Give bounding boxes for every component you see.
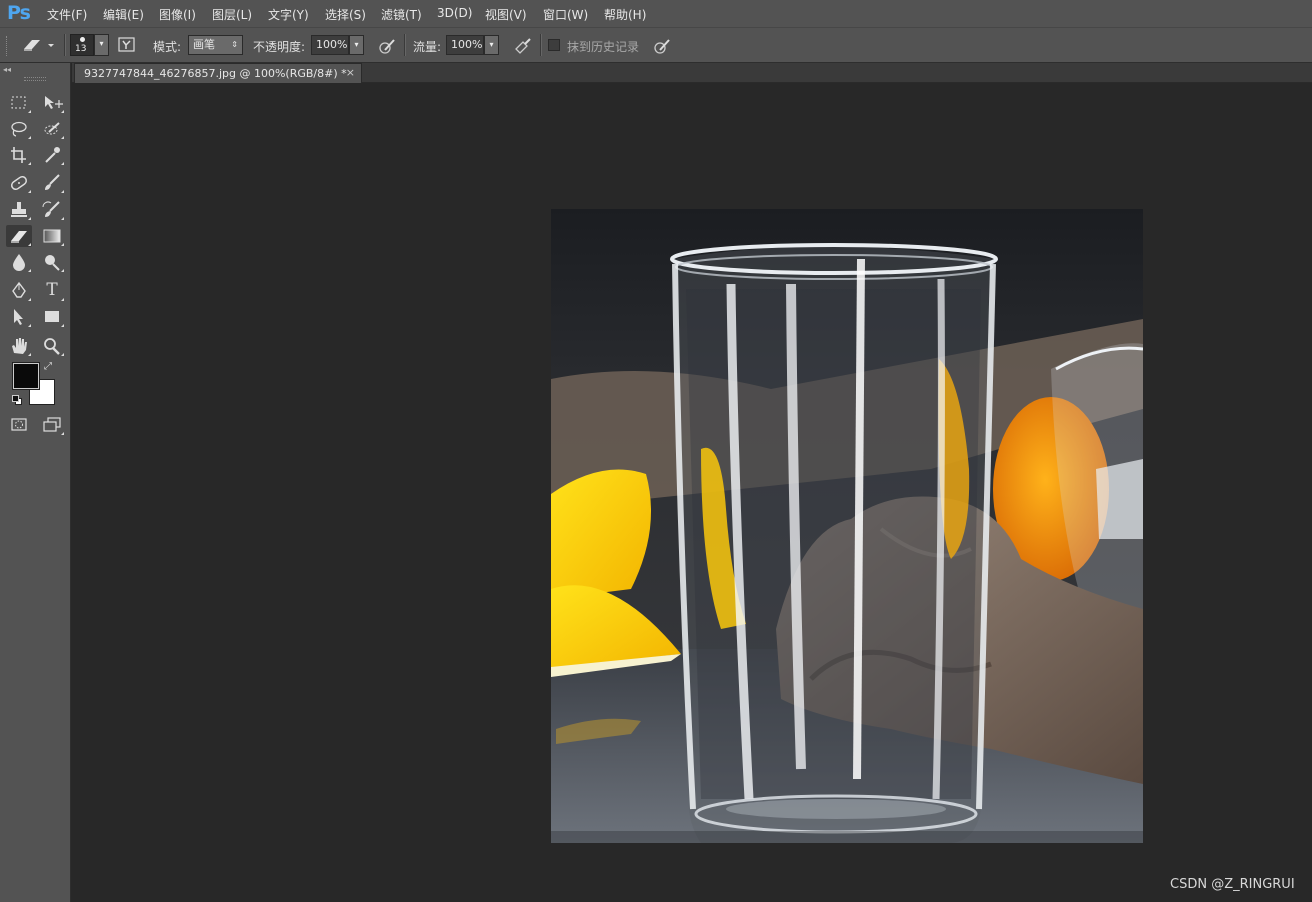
tools-panel: ◂◂ T ⤢ bbox=[0, 63, 71, 902]
menu-select[interactable]: 选择(S) bbox=[325, 6, 366, 23]
mode-select-value: 画笔 bbox=[193, 38, 215, 51]
clone-stamp-icon[interactable] bbox=[6, 199, 32, 221]
mode-label: 模式: bbox=[153, 40, 182, 54]
crop-icon[interactable] bbox=[6, 144, 32, 166]
document-tab[interactable]: 9327747844_46276857.jpg @ 100%(RGB/8#) *… bbox=[74, 63, 362, 83]
close-icon[interactable]: × bbox=[346, 66, 355, 79]
collapse-panel-icon[interactable]: ◂◂ bbox=[3, 65, 11, 74]
flow-label: 流量: bbox=[413, 40, 442, 54]
default-colors-icon[interactable] bbox=[12, 395, 22, 405]
gradient-icon[interactable] bbox=[39, 225, 65, 247]
type-icon[interactable]: T bbox=[39, 280, 65, 302]
photoshop-logo: Ps bbox=[7, 2, 31, 24]
pressure-opacity-toggle[interactable] bbox=[377, 36, 397, 56]
screen-mode-icon[interactable] bbox=[39, 414, 65, 436]
pressure-size-icon bbox=[654, 39, 670, 54]
separator bbox=[404, 34, 406, 56]
brush-size-value: 13 bbox=[75, 44, 87, 54]
document-tab-title: 9327747844_46276857.jpg @ 100%(RGB/8#) * bbox=[84, 67, 347, 80]
quick-mask-icon[interactable] bbox=[6, 414, 32, 436]
document-image[interactable] bbox=[551, 209, 1143, 843]
menu-window[interactable]: 窗口(W) bbox=[543, 6, 588, 23]
eyedropper-icon[interactable] bbox=[39, 144, 65, 166]
menu-view[interactable]: 视图(V) bbox=[485, 6, 527, 23]
quick-select-icon[interactable] bbox=[39, 118, 65, 140]
hand-icon[interactable] bbox=[6, 335, 32, 357]
zoom-icon[interactable] bbox=[39, 335, 65, 357]
menu-edit[interactable]: 编辑(E) bbox=[103, 6, 144, 23]
chevron-down-icon bbox=[48, 44, 54, 47]
brush-picker-dropdown[interactable]: ▾ bbox=[94, 34, 109, 56]
blur-icon[interactable] bbox=[6, 251, 32, 273]
pressure-size-toggle[interactable] bbox=[652, 36, 672, 56]
dodge-icon[interactable] bbox=[39, 251, 65, 273]
glass-photo bbox=[551, 209, 1143, 843]
path-select-icon[interactable] bbox=[6, 306, 32, 328]
mode-select[interactable]: 画笔 ⇕ bbox=[188, 35, 243, 55]
airbrush-icon bbox=[515, 38, 531, 54]
opacity-input[interactable]: 100% bbox=[311, 35, 349, 55]
pressure-pen-icon bbox=[379, 39, 395, 54]
separator bbox=[540, 34, 542, 56]
menu-layer[interactable]: 图层(L) bbox=[212, 6, 252, 23]
rectangle-shape-icon[interactable] bbox=[39, 306, 65, 328]
rect-marquee-icon[interactable] bbox=[6, 92, 32, 114]
menu-image[interactable]: 图像(I) bbox=[159, 6, 196, 23]
swap-colors-icon[interactable]: ⤢ bbox=[44, 361, 52, 372]
brush-panel-toggle[interactable] bbox=[117, 36, 137, 54]
brush-icon[interactable] bbox=[39, 172, 65, 194]
options-bar: 13 ▾ 模式: 画笔 ⇕ 不透明度: 100% ▾ 流量: 100% ▾ 抹到… bbox=[0, 27, 1312, 63]
menu-bar: Ps 文件(F) 编辑(E) 图像(I) 图层(L) 文字(Y) 选择(S) 滤… bbox=[0, 0, 1312, 27]
opacity-label: 不透明度: bbox=[253, 40, 306, 54]
watermark: CSDN @Z_RINGRUI bbox=[1170, 877, 1295, 892]
menu-type[interactable]: 文字(Y) bbox=[268, 6, 309, 23]
flow-slider-button[interactable]: ▾ bbox=[484, 35, 499, 55]
history-brush-icon[interactable] bbox=[39, 199, 65, 221]
lasso-icon[interactable] bbox=[6, 118, 32, 140]
menu-3d[interactable]: 3D(D) bbox=[437, 6, 472, 20]
foreground-color-swatch[interactable] bbox=[13, 363, 39, 389]
panel-grip[interactable] bbox=[24, 77, 46, 81]
erase-history-label: 抹到历史记录 bbox=[567, 40, 640, 54]
separator bbox=[64, 34, 66, 56]
brush-panel-icon bbox=[118, 37, 135, 52]
pen-icon[interactable] bbox=[6, 280, 32, 302]
healing-brush-icon[interactable] bbox=[6, 172, 32, 194]
menu-filter[interactable]: 滤镜(T) bbox=[381, 6, 422, 23]
flow-input[interactable]: 100% bbox=[446, 35, 484, 55]
tool-preset-picker[interactable] bbox=[20, 35, 58, 55]
document-tab-strip: 9327747844_46276857.jpg @ 100%(RGB/8#) *… bbox=[72, 63, 1312, 83]
eraser-icon[interactable] bbox=[6, 225, 32, 247]
options-grip[interactable] bbox=[6, 36, 11, 56]
move-icon[interactable] bbox=[39, 92, 65, 114]
erase-history-checkbox[interactable] bbox=[548, 39, 560, 51]
updown-icon: ⇕ bbox=[231, 40, 238, 49]
brush-size-preview[interactable]: 13 bbox=[70, 34, 94, 56]
opacity-slider-button[interactable]: ▾ bbox=[349, 35, 364, 55]
menu-file[interactable]: 文件(F) bbox=[47, 6, 87, 23]
menu-help[interactable]: 帮助(H) bbox=[604, 6, 646, 23]
airbrush-toggle[interactable] bbox=[513, 36, 533, 56]
brush-dot-icon bbox=[80, 37, 85, 42]
eraser-icon bbox=[24, 40, 54, 51]
